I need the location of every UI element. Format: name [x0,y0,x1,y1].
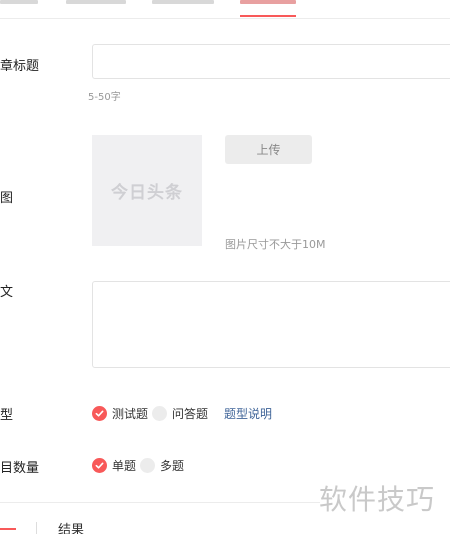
count-label: 目数量 [0,461,40,476]
title-hint: 5-50字 [88,92,121,103]
title-input[interactable] [92,44,450,79]
body-label: 文 [0,285,14,300]
count-radio-group: 单题 多题 [92,456,188,474]
bottom-accent-mark [0,522,16,534]
radio-option-test[interactable]: 测试题 [112,405,148,422]
upload-button[interactable]: 上传 [225,135,312,164]
toutiao-logo: 今日头条 [111,183,183,203]
radio-option-multi[interactable]: 多题 [160,457,184,474]
radio-option-single[interactable]: 单题 [112,457,136,474]
title-label: 章标题 [0,59,40,74]
radio-unchecked-icon[interactable] [152,405,168,421]
watermark-text: 软件技巧 [319,483,436,516]
section-divider [0,502,320,503]
cover-image-placeholder[interactable]: 今日头条 [92,135,202,246]
upload-hint: 图片尺寸不大于10M [225,238,326,251]
bottom-separator [36,522,37,534]
body-textarea[interactable] [92,281,450,368]
active-tab-indicator [240,15,296,17]
tab-item-active[interactable] [240,0,296,4]
cover-label: 图 [0,191,14,206]
radio-checked-icon[interactable] [92,405,107,421]
tab-item[interactable] [66,0,126,4]
top-tab-bar [0,0,450,19]
tab-item[interactable] [152,0,214,4]
radio-option-qa[interactable]: 问答题 [172,405,208,422]
tab-item[interactable] [0,0,38,4]
radio-unchecked-icon[interactable] [140,457,156,473]
bottom-partial-label: 结果 [58,523,85,534]
type-label: 型 [0,408,14,423]
radio-checked-icon[interactable] [92,457,107,473]
type-radio-group: 测试题 问答题 题型说明 [92,404,272,422]
type-help-link[interactable]: 题型说明 [224,405,272,422]
